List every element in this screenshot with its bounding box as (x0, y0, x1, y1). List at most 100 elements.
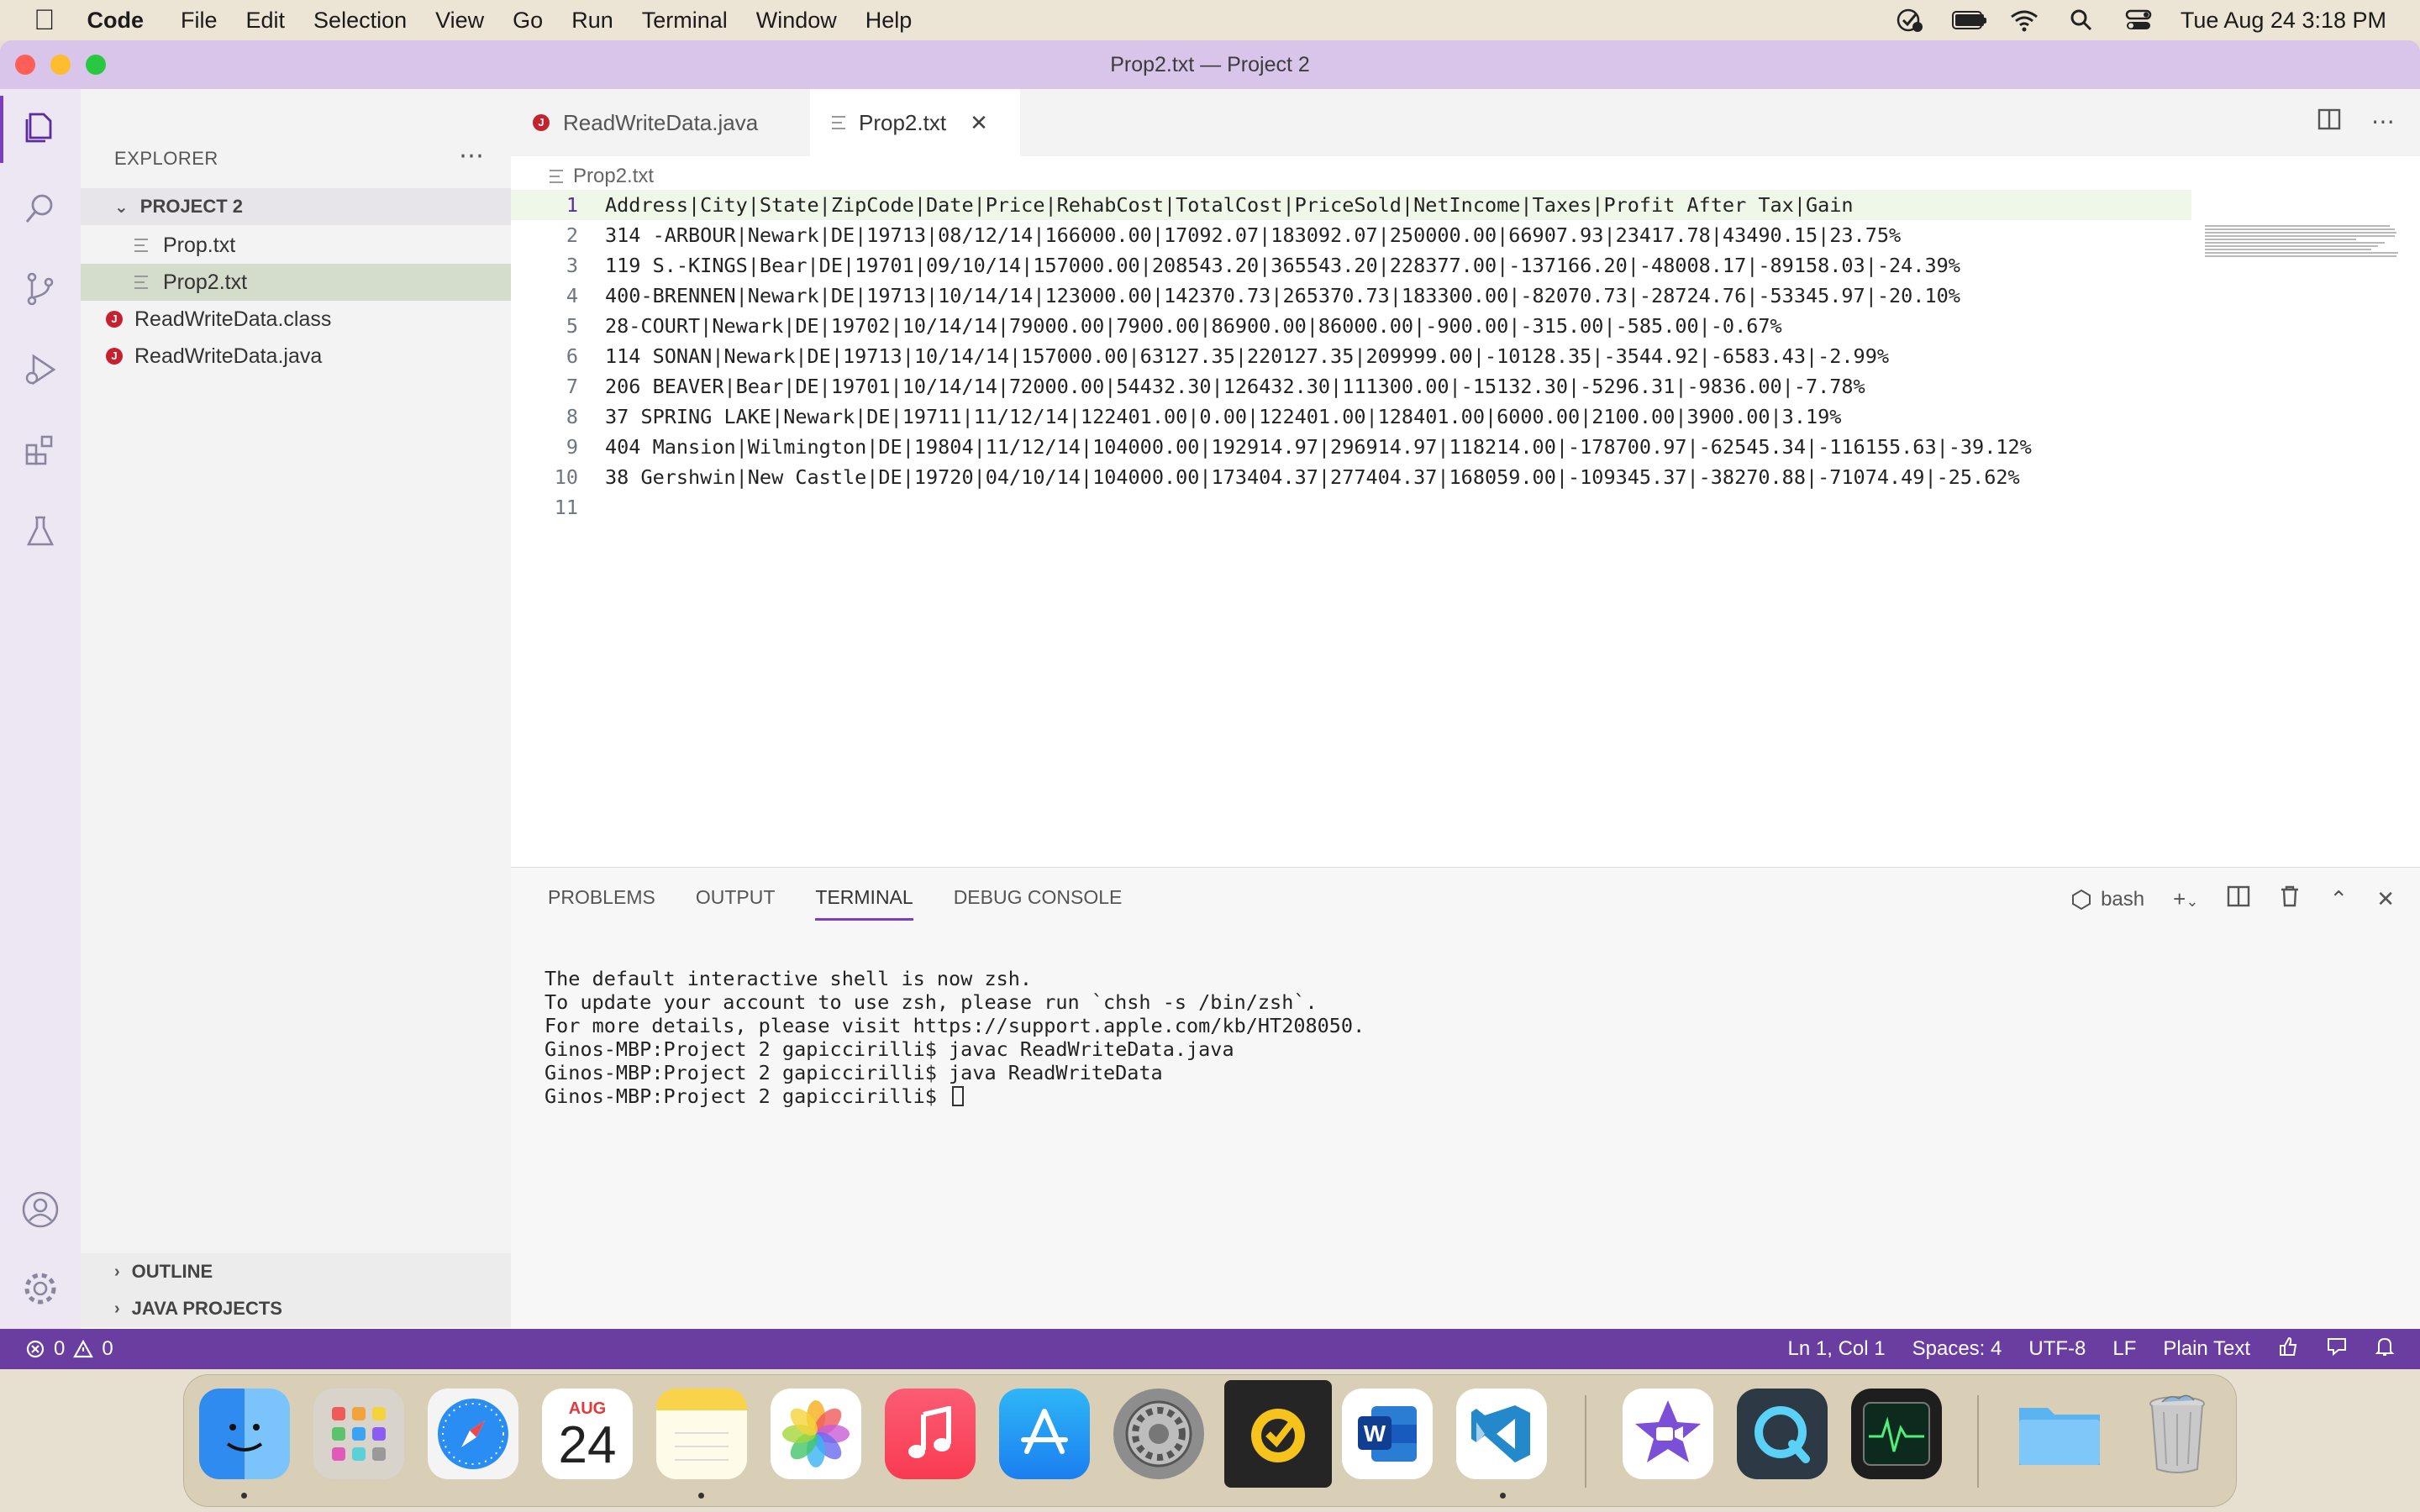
split-terminal-icon[interactable] (2227, 885, 2250, 914)
menu-selection[interactable]: Selection (313, 8, 407, 34)
calendar-icon[interactable]: AUG 24 (542, 1389, 633, 1479)
language-mode[interactable]: Plain Text (2163, 1337, 2250, 1361)
cursor-position[interactable]: Ln 1, Col 1 (1788, 1337, 1886, 1361)
norton-check-icon[interactable] (1895, 8, 1925, 33)
file-item-prop-txt[interactable]: Prop.txt (81, 227, 511, 264)
indentation[interactable]: Spaces: 4 (1912, 1337, 2002, 1361)
outline-section-header[interactable]: › OUTLINE (81, 1253, 511, 1290)
folder-icon[interactable] (2014, 1389, 2105, 1479)
control-center-icon[interactable] (2123, 8, 2154, 33)
feedback-thumbs-icon[interactable] (2277, 1336, 2299, 1363)
microsoft-word-icon[interactable]: W (1342, 1389, 1433, 1479)
menu-help[interactable]: Help (865, 8, 913, 34)
explorer-files-icon[interactable] (20, 108, 60, 148)
line-text: 37 SPRING LAKE|Newark|DE|19711|11/12/14|… (605, 405, 1842, 428)
explorer-sidebar: EXPLORER ⋯ ⌄ PROJECT 2 Prop.txt Prop2.tx… (81, 89, 511, 1329)
tab-debug-console[interactable]: DEBUG CONSOLE (954, 886, 1123, 921)
tab-problems[interactable]: PROBLEMS (548, 886, 655, 921)
menu-window[interactable]: Window (756, 8, 837, 34)
tab-readwritedata-java[interactable]: J ReadWriteData.java (511, 89, 810, 156)
menu-edit[interactable]: Edit (246, 8, 286, 34)
calendar-day: 24 (558, 1415, 617, 1474)
testing-flask-icon[interactable] (20, 511, 60, 551)
music-icon[interactable] (885, 1389, 976, 1479)
code-line[interactable]: 5 28-COURT|Newark|DE|19702|10/14/14|79000… (511, 311, 2191, 341)
close-panel-icon[interactable]: ✕ (2376, 886, 2395, 912)
file-item-readwritedata-class[interactable]: J ReadWriteData.class (81, 301, 511, 338)
terminal-shell-selector[interactable]: bash (2070, 888, 2144, 911)
menu-file[interactable]: File (181, 8, 218, 34)
launchpad-icon[interactable] (313, 1389, 404, 1479)
vscode-icon[interactable] (1456, 1389, 1547, 1479)
menu-view[interactable]: View (435, 8, 484, 34)
new-terminal-plus-icon[interactable]: +⌄ (2173, 886, 2198, 912)
apple-icon[interactable]:  (34, 4, 55, 37)
finder-icon[interactable] (199, 1389, 290, 1479)
tab-output[interactable]: OUTPUT (696, 886, 776, 921)
line-text: 206 BEAVER|Bear|DE|19701|10/14/14|72000.… (605, 375, 1865, 398)
code-line[interactable]: 2 314 -ARBOUR|Newark|DE|19713|08/12/14|16… (511, 220, 2191, 250)
imovie-icon[interactable] (1623, 1389, 1713, 1479)
code-line[interactable]: 6 114 SONAN|Newark|DE|19713|10/14/14|1570… (511, 341, 2191, 371)
warning-icon (73, 1339, 94, 1358)
notifications-bell-icon[interactable] (2375, 1336, 2395, 1363)
tab-prop2-txt[interactable]: Prop2.txt ✕ (810, 89, 1020, 156)
code-line[interactable]: 4 400-BRENNEN|Newark|DE|19713|10/14/14|12… (511, 281, 2191, 311)
notes-icon[interactable] (656, 1389, 747, 1479)
line-text: 404 Mansion|Wilmington|DE|19804|11/12/14… (605, 435, 2032, 459)
live-share-icon[interactable] (2326, 1336, 2348, 1363)
wifi-icon[interactable] (2009, 8, 2039, 33)
menu-clock[interactable]: Tue Aug 24 3:18 PM (2181, 8, 2386, 34)
code-line[interactable]: 9 404 Mansion|Wilmington|DE|19804|11/12/1… (511, 432, 2191, 462)
code-line[interactable]: 1 Address|City|State|ZipCode|Date|Price|R… (511, 190, 2191, 220)
problems-status[interactable]: 0 0 (25, 1337, 113, 1361)
encoding[interactable]: UTF-8 (2028, 1337, 2086, 1361)
minimap[interactable] (2205, 225, 2398, 259)
spotlight-search-icon[interactable] (2066, 8, 2096, 33)
code-line[interactable]: 7 206 BEAVER|Bear|DE|19701|10/14/14|72000… (511, 371, 2191, 402)
split-editor-icon[interactable] (2317, 108, 2341, 137)
source-control-icon[interactable] (20, 269, 60, 309)
text-editor[interactable]: Prop2.txt 1 Address|City|State|ZipCode|Da… (511, 156, 2420, 867)
quicktime-icon[interactable] (1737, 1389, 1828, 1479)
zoom-window-button[interactable] (86, 55, 106, 75)
end-of-line[interactable]: LF (2112, 1337, 2136, 1361)
extensions-icon[interactable] (20, 430, 60, 470)
code-line[interactable]: 3 119 S.-KINGS|Bear|DE|19701|09/10/14|157… (511, 250, 2191, 281)
minimize-window-button[interactable] (50, 55, 71, 75)
trash-icon[interactable] (2279, 885, 2301, 914)
terminal-output[interactable]: The default interactive shell is now zsh… (544, 967, 1365, 1108)
maximize-panel-chevron-up-icon[interactable]: ⌃ (2329, 886, 2348, 912)
search-icon[interactable] (20, 188, 60, 228)
more-actions-icon[interactable]: ⋯ (459, 141, 484, 171)
close-tab-icon[interactable]: ✕ (970, 110, 988, 136)
tab-terminal[interactable]: TERMINAL (815, 886, 913, 921)
menu-app-name[interactable]: Code (87, 8, 145, 34)
panel-actions: bash +⌄ ⌃ ✕ (2070, 885, 2395, 914)
file-item-readwritedata-java[interactable]: J ReadWriteData.java (81, 338, 511, 375)
norton-icon[interactable] (1224, 1380, 1332, 1488)
run-debug-icon[interactable] (20, 349, 60, 390)
battery-icon[interactable] (1951, 8, 1986, 33)
trash-icon[interactable] (2132, 1389, 2223, 1479)
code-line[interactable]: 11 (511, 492, 2191, 522)
safari-icon[interactable] (428, 1389, 518, 1479)
system-preferences-gear-icon[interactable] (1113, 1389, 1204, 1479)
photos-icon[interactable] (771, 1389, 861, 1479)
menu-run[interactable]: Run (571, 8, 613, 34)
activity-monitor-icon[interactable] (1851, 1389, 1942, 1479)
settings-gear-icon[interactable] (20, 1268, 60, 1309)
java-projects-section-header[interactable]: › JAVA PROJECTS (81, 1290, 511, 1327)
file-item-prop2-txt[interactable]: Prop2.txt (81, 264, 511, 301)
close-window-button[interactable] (15, 55, 35, 75)
terminal-line: To update your account to use zsh, pleas… (544, 990, 1318, 1014)
app-store-icon[interactable] (999, 1389, 1090, 1479)
menu-terminal[interactable]: Terminal (642, 8, 728, 34)
breadcrumb-file[interactable]: Prop2.txt (573, 165, 654, 188)
accounts-icon[interactable] (20, 1189, 60, 1230)
code-line[interactable]: 8 37 SPRING LAKE|Newark|DE|19711|11/12/14… (511, 402, 2191, 432)
code-line[interactable]: 10 38 Gershwin|New Castle|DE|19720|04/10/… (511, 462, 2191, 492)
project-folder-header[interactable]: ⌄ PROJECT 2 (81, 188, 511, 225)
more-editor-actions-icon[interactable]: ⋯ (2371, 108, 2395, 137)
menu-go[interactable]: Go (513, 8, 543, 34)
